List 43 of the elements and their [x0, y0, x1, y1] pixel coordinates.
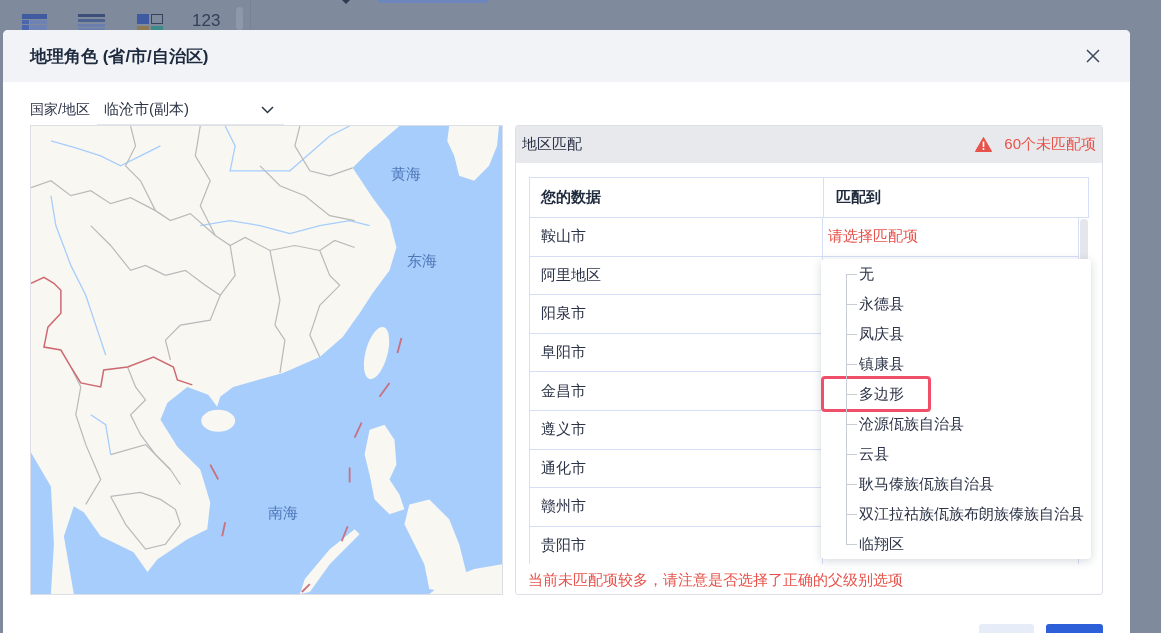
caret-icon: [342, 0, 351, 4]
sea-label: 黄海: [391, 165, 422, 183]
scrollbar-thumb: [236, 7, 244, 30]
region-select[interactable]: 临沧市(副本): [96, 95, 284, 125]
table-cell: 阜阳市: [541, 343, 586, 363]
chevron-down-icon: [260, 105, 274, 114]
dropdown-option[interactable]: 耿马傣族佤族自治县: [821, 469, 1002, 499]
warning-message: 当前未匹配项较多，请注意是否选择了正确的父级别选项: [528, 570, 904, 590]
background-button[interactable]: [378, 0, 489, 3]
dropdown-option[interactable]: 永德县: [821, 289, 912, 319]
dropdown-option[interactable]: 无: [821, 259, 882, 289]
panel-title: 地区匹配: [522, 135, 582, 154]
table-cell: 赣州市: [541, 497, 586, 517]
table-cell: 阿里地区: [541, 265, 601, 285]
dropdown-option[interactable]: 双江拉祜族佤族布朗族傣族自治县: [821, 499, 1092, 529]
secondary-button[interactable]: [979, 624, 1034, 633]
close-icon[interactable]: [1086, 49, 1100, 63]
warning-icon: [975, 137, 993, 152]
table-cell: 贵阳市: [541, 536, 586, 556]
table-cell: 通化市: [541, 458, 586, 478]
dropdown-option[interactable]: 云县: [821, 439, 897, 469]
region-label: 国家/地区: [30, 101, 90, 119]
dropdown-option[interactable]: 沧源佤族自治县: [821, 409, 972, 439]
dropdown-option[interactable]: 凤庆县: [821, 319, 912, 349]
sea-label: 南海: [267, 503, 298, 521]
table-cell: 金昌市: [541, 381, 586, 401]
column-header: 匹配到: [836, 188, 881, 207]
table-cell: 遵义市: [541, 420, 586, 440]
table-icon[interactable]: [22, 14, 47, 30]
list-icon[interactable]: [78, 14, 105, 30]
primary-button[interactable]: [1046, 624, 1103, 633]
dropdown-option[interactable]: 临翔区: [821, 529, 912, 559]
unmatched-count: 60个未匹配项: [1004, 135, 1096, 154]
dropdown-option[interactable]: 多边形: [821, 376, 931, 412]
grid-icon[interactable]: [137, 14, 163, 30]
dialog-title: 地理角色 (省/市/自治区): [30, 45, 209, 68]
table-cell: 鞍山市: [541, 227, 586, 247]
match-select[interactable]: 请选择匹配项: [828, 227, 918, 247]
scrollbar-thumb[interactable]: [1080, 219, 1088, 261]
table-cell: 阳泉市: [541, 304, 586, 324]
dropdown-option[interactable]: 镇康县: [821, 349, 912, 379]
column-header: 您的数据: [541, 188, 601, 207]
sea-label: 东海: [407, 251, 438, 269]
